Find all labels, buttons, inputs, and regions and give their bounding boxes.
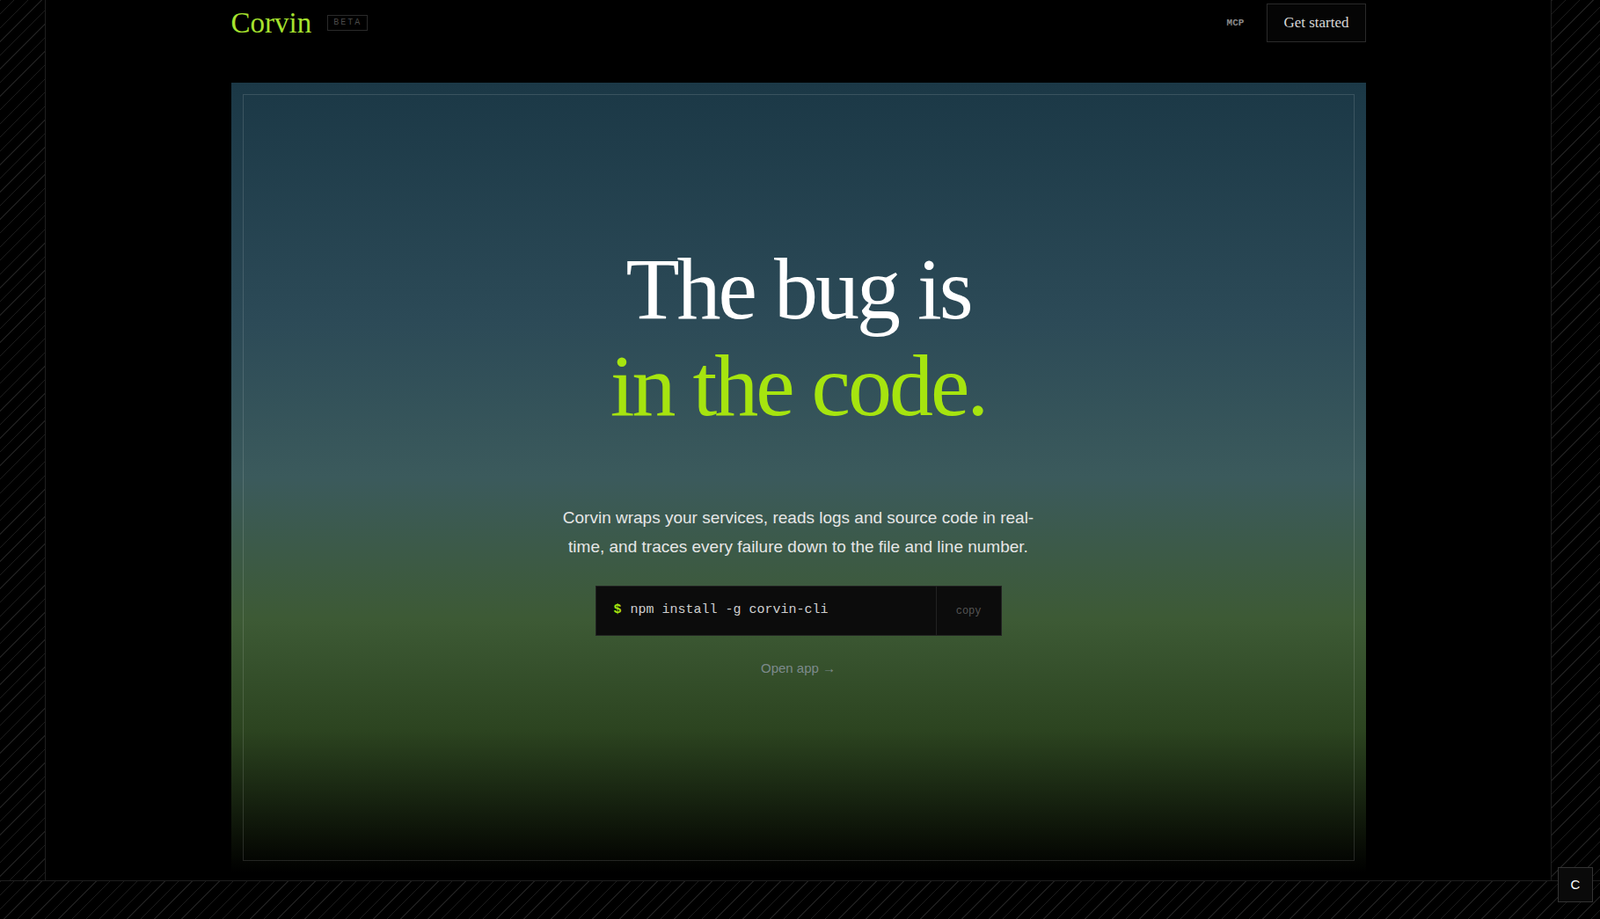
headline-line1: The bug is xyxy=(610,241,987,338)
copy-button[interactable]: copy xyxy=(935,586,1001,636)
page-body: Corvin BETA MCP Get started The bug isin the… xyxy=(0,0,1600,881)
floating-button[interactable]: C xyxy=(1557,867,1593,903)
get-started-button[interactable]: Get started xyxy=(1266,3,1366,43)
left-hatch xyxy=(0,0,46,881)
page: Corvin BETA MCP Get started The bug isin the… xyxy=(0,0,1600,919)
open-app-link[interactable]: Open app → xyxy=(760,658,836,680)
command-box: $ npm install -g corvin-cli copy xyxy=(595,585,1002,636)
main-column: Corvin BETA MCP Get started The bug isin the… xyxy=(45,0,1551,881)
description: Corvin wraps your services, reads logs a… xyxy=(556,503,1041,562)
header: Corvin BETA MCP Get started xyxy=(231,0,1367,44)
hero: The bug isin the code. Corvin wraps your … xyxy=(231,82,1367,873)
right-hatch xyxy=(1550,0,1600,881)
command-prompt: $ xyxy=(613,600,622,622)
bottom-hatch xyxy=(0,880,1600,919)
headline: The bug isin the code. xyxy=(610,241,987,435)
nav-link[interactable]: MCP xyxy=(1227,15,1245,31)
command-text: npm install -g corvin-cli xyxy=(630,600,829,622)
beta-badge: BETA xyxy=(327,14,368,31)
logo[interactable]: Corvin xyxy=(231,8,313,38)
hero-frame xyxy=(242,94,1355,862)
headline-line2: in the code. xyxy=(610,337,987,435)
